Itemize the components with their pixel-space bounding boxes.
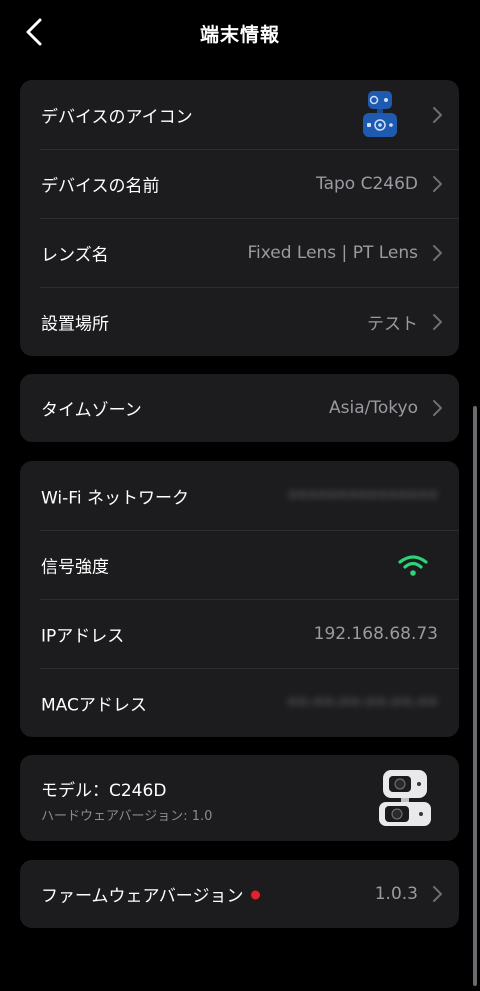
camera-product-image [379,770,431,826]
chevron-right-icon [433,886,442,902]
device-name-value: Tapo C246D [316,173,418,194]
model-label: モデル：C246D [41,781,167,801]
device-icon-row[interactable]: デバイスのアイコン [20,80,459,149]
update-alert-dot [251,890,261,899]
chevron-right-icon [433,400,442,416]
location-value: テスト [367,314,418,334]
network-card: Wi-Fi ネットワーク ••••••••••••••• 信号強度 IPアドレス… [20,461,459,737]
wifi-network-label: Wi-Fi ネットワーク [41,488,189,508]
model-card: モデル：C246D ハードウェアバージョン: 1.0 [20,755,459,841]
lens-name-label: レンズ名 [41,245,109,265]
firmware-row[interactable]: ファームウェアバージョン 1.0.3 [20,860,459,928]
chevron-right-icon [433,175,442,192]
mac-address-row: MACアドレス ••-••-••-••-••-•• [20,668,459,737]
device-name-label: デバイスの名前 [41,176,160,196]
mac-address-value: ••-••-••-••-••-•• [287,692,438,713]
ip-address-row: IPアドレス 192.168.68.73 [20,599,459,668]
ip-address-label: IPアドレス [41,626,125,646]
timezone-card: タイムゾーン Asia/Tokyo [20,374,459,442]
signal-strength-label: 信号強度 [41,557,109,577]
hardware-version: ハードウェアバージョン: 1.0 [41,809,213,824]
timezone-value: Asia/Tokyo [329,398,418,418]
location-label: 設置場所 [41,314,109,334]
camera-device-icon [363,91,397,137]
header: 端末情報 [0,0,480,66]
signal-strength-row: 信号強度 [20,530,459,599]
page-title: 端末情報 [199,24,280,46]
chevron-right-icon [433,106,442,123]
firmware-value: 1.0.3 [374,884,418,904]
lens-name-value: Fixed Lens | PT Lens [247,242,418,263]
firmware-card: ファームウェアバージョン 1.0.3 [20,860,459,928]
model-row: モデル：C246D ハードウェアバージョン: 1.0 [20,755,459,841]
mac-address-label: MACアドレス [41,695,147,715]
scrollbar[interactable] [473,406,477,986]
location-row[interactable]: 設置場所 テスト [20,287,459,356]
timezone-label: タイムゾーン [41,400,142,421]
wifi-signal-icon [398,554,428,576]
ip-address-value: 192.168.68.73 [313,623,438,644]
device-info-card: デバイスのアイコン デバイスの名前 Tapo C246D レンズ名 Fixed … [20,80,459,356]
device-name-row[interactable]: デバイスの名前 Tapo C246D [20,149,459,218]
firmware-label: ファームウェアバージョン [41,882,261,907]
wifi-network-row: Wi-Fi ネットワーク ••••••••••••••• [20,461,459,530]
chevron-right-icon [433,313,442,330]
timezone-row[interactable]: タイムゾーン Asia/Tokyo [20,374,459,442]
device-icon-label: デバイスのアイコン [41,107,193,127]
chevron-right-icon [433,244,442,261]
lens-name-row[interactable]: レンズ名 Fixed Lens | PT Lens [20,218,459,287]
wifi-network-value: ••••••••••••••• [287,485,438,506]
